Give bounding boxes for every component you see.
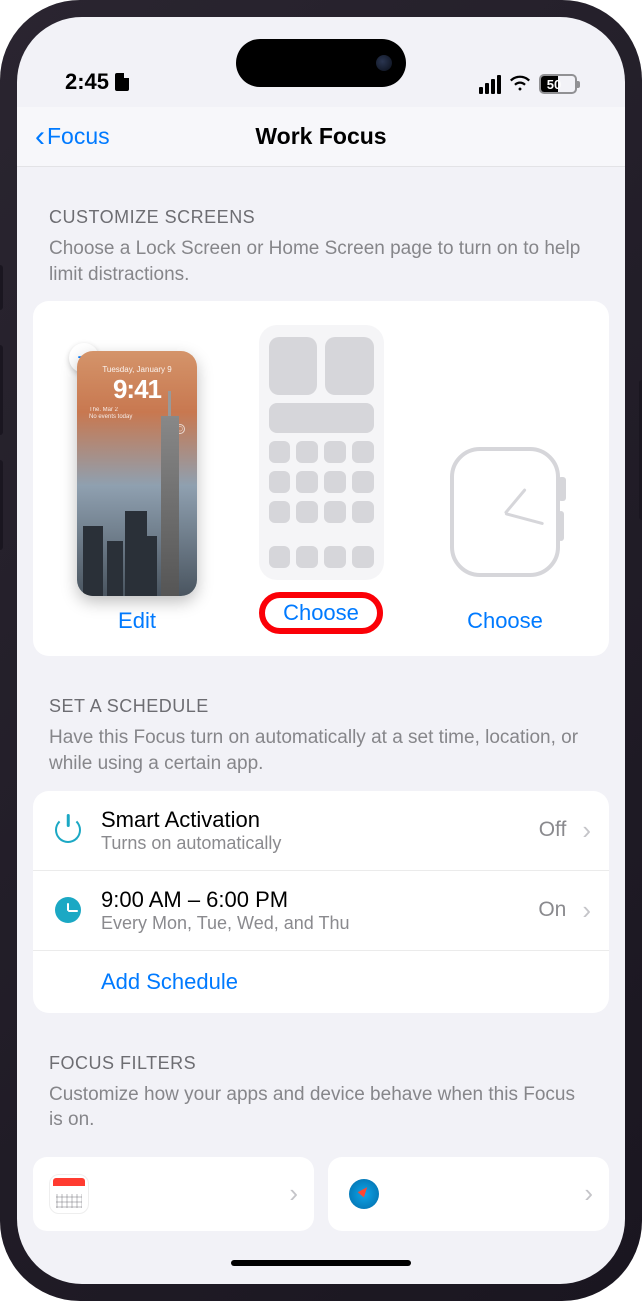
safari-filter-card[interactable]: › xyxy=(328,1157,609,1231)
status-left: 2:45 xyxy=(65,69,129,95)
home-indicator[interactable] xyxy=(231,1260,411,1266)
chevron-right-icon: › xyxy=(582,895,591,926)
time-schedule-title: 9:00 AM – 6:00 PM xyxy=(101,887,522,913)
smart-activation-row[interactable]: Smart Activation Turns on automatically … xyxy=(33,791,609,871)
time-schedule-row[interactable]: 9:00 AM – 6:00 PM Every Mon, Tue, Wed, a… xyxy=(33,871,609,951)
smart-activation-sub: Turns on automatically xyxy=(101,833,523,854)
calendar-filter-card[interactable]: › xyxy=(33,1157,314,1231)
schedule-subtext: Have this Focus turn on automatically at… xyxy=(17,723,625,790)
back-button[interactable]: ‹ Focus xyxy=(35,122,110,152)
chevron-right-icon: › xyxy=(584,1178,593,1209)
add-schedule-button[interactable]: Add Schedule xyxy=(33,951,609,1013)
choose-watch-button[interactable]: Choose xyxy=(467,608,543,634)
home-screen-option[interactable]: Choose xyxy=(229,325,413,634)
volume-down-button xyxy=(0,460,3,550)
power-icon xyxy=(55,817,81,843)
dynamic-island xyxy=(236,39,406,87)
battery-icon: 50 xyxy=(539,74,577,94)
wifi-icon xyxy=(509,73,531,95)
customize-subtext: Choose a Lock Screen or Home Screen page… xyxy=(17,234,625,301)
schedule-card: Smart Activation Turns on automatically … xyxy=(33,791,609,1013)
home-screen-preview xyxy=(259,325,384,580)
content[interactable]: CUSTOMIZE SCREENS Choose a Lock Screen o… xyxy=(17,167,625,1284)
watch-face-option[interactable]: Choose xyxy=(413,435,597,634)
schedule-header: SET A SCHEDULE xyxy=(17,656,625,723)
device-frame: 2:45 50 ‹ Focus Work Focus C xyxy=(0,0,642,1301)
back-label: Focus xyxy=(47,123,110,150)
smart-activation-value: Off xyxy=(539,818,567,842)
customize-header: CUSTOMIZE SCREENS xyxy=(17,167,625,234)
time-schedule-sub: Every Mon, Tue, Wed, and Thu xyxy=(101,913,522,934)
chevron-right-icon: › xyxy=(582,815,591,846)
screen: 2:45 50 ‹ Focus Work Focus C xyxy=(17,17,625,1284)
chevron-left-icon: ‹ xyxy=(35,122,45,152)
smart-activation-title: Smart Activation xyxy=(101,807,523,833)
lock-screen-option[interactable]: − Tuesday, January 9 9:41 The. Mar 2 No … xyxy=(45,351,229,634)
nav-bar: ‹ Focus Work Focus xyxy=(17,107,625,167)
signal-icon xyxy=(479,75,501,94)
sim-icon xyxy=(115,73,129,91)
camera-dot xyxy=(376,55,392,71)
filters-header: FOCUS FILTERS xyxy=(17,1013,625,1080)
calendar-icon xyxy=(49,1174,89,1214)
lock-screen-preview: Tuesday, January 9 9:41 The. Mar 2 No ev… xyxy=(77,351,197,596)
edit-lock-screen-button[interactable]: Edit xyxy=(118,608,156,634)
safari-icon xyxy=(349,1179,379,1209)
time-schedule-value: On xyxy=(538,898,566,922)
side-button xyxy=(0,265,3,310)
choose-home-screen-button[interactable]: Choose xyxy=(259,592,383,634)
watch-preview xyxy=(438,435,573,590)
volume-up-button xyxy=(0,345,3,435)
filters-row: › › xyxy=(17,1157,625,1231)
screens-card: − Tuesday, January 9 9:41 The. Mar 2 No … xyxy=(33,301,609,656)
chevron-right-icon: › xyxy=(289,1178,298,1209)
clock-icon xyxy=(55,897,81,923)
status-right: 50 xyxy=(479,73,577,95)
status-time: 2:45 xyxy=(65,69,109,95)
filters-subtext: Customize how your apps and device behav… xyxy=(17,1080,625,1147)
